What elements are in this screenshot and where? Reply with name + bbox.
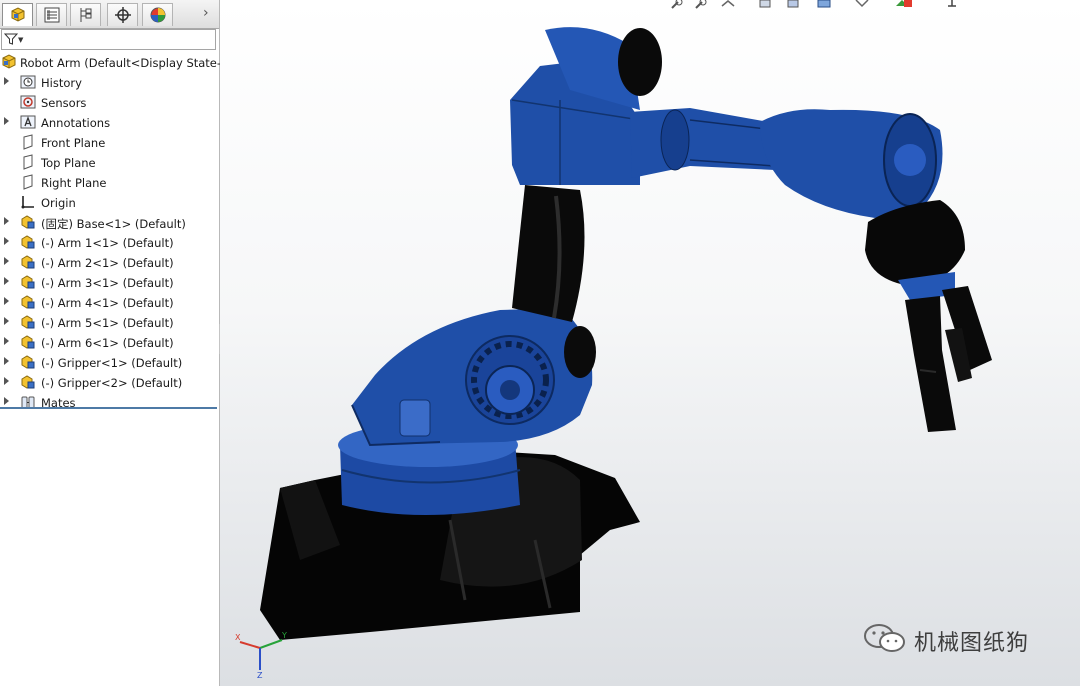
robot-gripper-1[interactable] xyxy=(905,296,956,432)
tree-item-label: (-) Arm 3<1> (Default) xyxy=(41,276,174,290)
expand-arrow-icon[interactable] xyxy=(4,377,9,385)
propertymanager-icon xyxy=(44,7,60,23)
tree-item-mates[interactable]: Mates xyxy=(0,393,219,413)
tree-item-base[interactable]: (固定) Base<1> (Default) xyxy=(0,213,219,233)
tree-item-gripper-2[interactable]: (-) Gripper<2> (Default) xyxy=(0,373,219,393)
featuremanager-icon xyxy=(11,7,25,22)
plane-icon xyxy=(23,154,33,170)
plane-icon xyxy=(23,174,33,190)
dimxpertmanager-tab[interactable] xyxy=(107,3,138,26)
tree-item-label: Front Plane xyxy=(41,136,106,150)
tree-item-arm-5[interactable]: (-) Arm 5<1> (Default) xyxy=(0,313,219,333)
tree-item-label: (-) Arm 1<1> (Default) xyxy=(41,236,174,250)
tree-item-label: (-) Arm 6<1> (Default) xyxy=(41,336,174,350)
tree-item-label: Top Plane xyxy=(41,156,96,170)
manager-tabs: › xyxy=(0,0,219,29)
tree-item-label: (-) Gripper<2> (Default) xyxy=(41,376,183,390)
featuremanager-tab[interactable] xyxy=(2,3,33,26)
propertymanager-tab[interactable] xyxy=(36,3,67,26)
expand-arrow-icon[interactable] xyxy=(4,77,9,85)
assembly-icon xyxy=(2,54,16,69)
expand-arrow-icon[interactable] xyxy=(4,317,9,325)
tree-item-arm-4[interactable]: (-) Arm 4<1> (Default) xyxy=(0,293,219,313)
tree-root-robot-arm[interactable]: Robot Arm (Default<Display State-1> xyxy=(0,53,238,73)
tree-item-arm-2[interactable]: (-) Arm 2<1> (Default) xyxy=(0,253,219,273)
expand-arrow-icon[interactable] xyxy=(4,357,9,365)
part-icon xyxy=(21,275,35,289)
tree-item-annotations[interactable]: Annotations xyxy=(0,113,219,133)
dimxpert-icon xyxy=(115,7,131,23)
graphics-area[interactable]: X Y Z 机械图纸狗 xyxy=(220,0,1080,686)
triad-y-label: Y xyxy=(281,631,287,640)
part-icon xyxy=(21,355,35,369)
tree-item-arm-1[interactable]: (-) Arm 1<1> (Default) xyxy=(0,233,219,253)
part-icon xyxy=(21,255,35,269)
expand-arrow-icon[interactable] xyxy=(4,277,9,285)
tree-item-label: History xyxy=(41,76,82,90)
wechat-icon xyxy=(864,624,905,652)
part-icon xyxy=(21,375,35,389)
tree-item-gripper-1[interactable]: (-) Gripper<1> (Default) xyxy=(0,353,219,373)
tree-item-history[interactable]: History xyxy=(0,73,219,93)
history-folder-icon xyxy=(20,75,36,89)
expand-arrow-icon[interactable] xyxy=(4,397,9,405)
robot-gripper-2[interactable] xyxy=(942,286,992,382)
reference-triad: X Y Z xyxy=(235,631,287,678)
watermark: 机械图纸狗 xyxy=(862,622,1028,656)
tree-item-label: (-) Arm 2<1> (Default) xyxy=(41,256,174,270)
tree-item-label: (-) Gripper<1> (Default) xyxy=(41,356,183,370)
robot-arm-3d-model[interactable] xyxy=(220,0,1080,686)
triad-z-label: Z xyxy=(257,671,263,678)
tree-item-label: Sensors xyxy=(41,96,87,110)
robot-forearm[interactable] xyxy=(630,108,780,178)
tree-filter-input[interactable]: ▼ xyxy=(1,29,216,50)
annotations-folder-icon xyxy=(20,115,36,129)
origin-icon xyxy=(21,196,34,209)
tree-item-label: (-) Arm 4<1> (Default) xyxy=(41,296,174,310)
displaymanager-icon xyxy=(150,7,166,23)
tree-item-label: Annotations xyxy=(41,116,111,130)
tree-item-label: Right Plane xyxy=(41,176,107,190)
triad-x-label: X xyxy=(235,633,241,642)
tabs-more-chevron-icon[interactable]: › xyxy=(203,5,217,23)
configurationmanager-tab[interactable] xyxy=(70,3,101,26)
part-icon xyxy=(21,335,35,349)
tree-item-arm-6[interactable]: (-) Arm 6<1> (Default) xyxy=(0,333,219,353)
filter-dropdown-icon[interactable]: ▼ xyxy=(18,36,23,44)
tree-item-label: (固定) Base<1> (Default) xyxy=(41,217,186,231)
robot-shoulder[interactable] xyxy=(351,308,596,447)
tree-item-sensors[interactable]: Sensors xyxy=(0,93,219,113)
tree-item-top-plane[interactable]: Top Plane xyxy=(0,153,219,173)
expand-arrow-icon[interactable] xyxy=(4,237,9,245)
plane-icon xyxy=(23,134,33,150)
expand-arrow-icon[interactable] xyxy=(4,257,9,265)
part-icon xyxy=(21,315,35,329)
tree-item-right-plane[interactable]: Right Plane xyxy=(0,173,219,193)
expand-arrow-icon[interactable] xyxy=(4,337,9,345)
robot-wrist[interactable] xyxy=(760,109,943,218)
displaymanager-tab[interactable] xyxy=(142,3,173,26)
expand-arrow-icon[interactable] xyxy=(4,117,9,125)
expand-arrow-icon[interactable] xyxy=(4,217,9,225)
robot-upper-arm[interactable] xyxy=(512,185,585,322)
part-icon xyxy=(21,295,35,309)
expand-arrow-icon[interactable] xyxy=(4,297,9,305)
tree-item-front-plane[interactable]: Front Plane xyxy=(0,133,219,153)
tree-end-separator xyxy=(0,407,217,409)
tree-item-origin[interactable]: Origin xyxy=(0,193,219,213)
tree-item-arm-3[interactable]: (-) Arm 3<1> (Default) xyxy=(0,273,219,293)
tree-item-label: Origin xyxy=(41,196,76,210)
triad-y-axis xyxy=(259,639,283,649)
triad-x-axis xyxy=(239,641,261,649)
sensors-folder-icon xyxy=(20,95,36,109)
tree-root-label: Robot Arm (Default<Display State-1> xyxy=(20,56,238,70)
filter-funnel-icon xyxy=(4,33,18,45)
tree-item-label: (-) Arm 5<1> (Default) xyxy=(41,316,174,330)
configurationmanager-icon xyxy=(80,8,92,22)
featuremanager-panel: › ▼ Robot Arm (Default<Display State-1> xyxy=(0,0,238,686)
part-icon xyxy=(21,215,35,229)
part-icon xyxy=(21,235,35,249)
watermark-text: 机械图纸狗 xyxy=(914,631,1030,656)
